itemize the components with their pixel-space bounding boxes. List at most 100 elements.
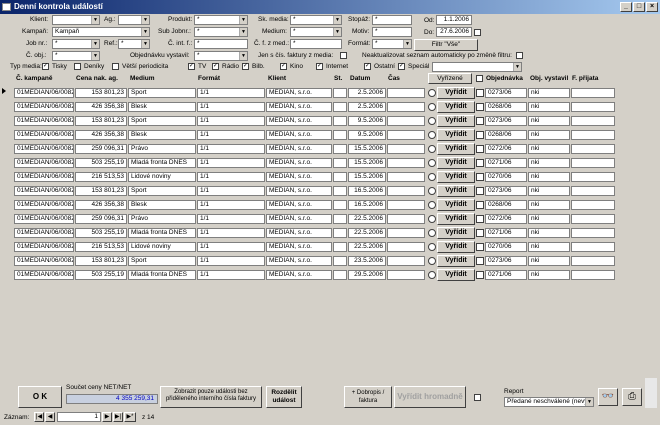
- cell-st[interactable]: [333, 270, 347, 280]
- cell-obj-vystavil[interactable]: nki: [528, 200, 570, 210]
- cell-klient[interactable]: MEDIAN, s.r.o.: [266, 88, 332, 98]
- cell-f-prijata[interactable]: [571, 158, 615, 168]
- vyridit-button[interactable]: Vyřídit: [437, 199, 475, 211]
- sk-media-combo[interactable]: * ▼: [290, 15, 342, 25]
- medium-combo[interactable]: * ▼: [290, 27, 342, 37]
- cell-cas[interactable]: [387, 200, 425, 210]
- cell-kampan[interactable]: 01MEDIAN/06/0082: [14, 88, 74, 98]
- cell-datum[interactable]: 15.5.2006: [348, 144, 386, 154]
- cell-format[interactable]: 1/1: [197, 214, 265, 224]
- kino-checkbox[interactable]: ✓: [280, 63, 287, 70]
- ref-combo[interactable]: * ▼: [118, 39, 150, 49]
- row-checkbox[interactable]: [476, 271, 484, 279]
- row-radio[interactable]: [428, 159, 436, 167]
- cell-medium[interactable]: Lidové noviny: [128, 172, 196, 182]
- rozdelit-button[interactable]: Rozdělit událost: [266, 386, 302, 408]
- cell-f-prijata[interactable]: [571, 144, 615, 154]
- cell-st[interactable]: [333, 88, 347, 98]
- scrollbar[interactable]: [645, 378, 657, 408]
- row-checkbox[interactable]: [476, 257, 484, 265]
- filter-all-button[interactable]: Filtr "Vše": [414, 39, 478, 51]
- zobrazit-button[interactable]: Zobrazit pouze události bez přiděleného …: [160, 386, 262, 408]
- special-checkbox[interactable]: ✓: [398, 63, 405, 70]
- header-checkbox[interactable]: [476, 75, 483, 82]
- cell-cena[interactable]: 426 356,38: [75, 102, 127, 112]
- cell-f-prijata[interactable]: [571, 228, 615, 238]
- cell-cena[interactable]: 503 255,19: [75, 228, 127, 238]
- kampan-combo[interactable]: Kampaň ▼: [52, 27, 150, 37]
- cell-datum[interactable]: 22.5.2006: [348, 228, 386, 238]
- cell-klient[interactable]: MEDIAN, s.r.o.: [266, 214, 332, 224]
- cell-st[interactable]: [333, 144, 347, 154]
- cell-medium[interactable]: Mladá fronta DNES: [128, 228, 196, 238]
- cell-obj-vystavil[interactable]: nki: [528, 144, 570, 154]
- cell-cena[interactable]: 153 801,23: [75, 116, 127, 126]
- vyridit-button[interactable]: Vyřídit: [437, 241, 475, 253]
- tv-checkbox[interactable]: ✓: [188, 63, 195, 70]
- row-checkbox[interactable]: [476, 89, 484, 97]
- cell-obj-vystavil[interactable]: nki: [528, 172, 570, 182]
- hromadne-checkbox[interactable]: [474, 394, 481, 401]
- vyridit-button[interactable]: Vyřídit: [437, 185, 475, 197]
- objednavku-combo[interactable]: * ▼: [194, 51, 248, 61]
- cell-format[interactable]: 1/1: [197, 144, 265, 154]
- cell-cas[interactable]: [387, 214, 425, 224]
- produkt-combo[interactable]: * ▼: [194, 15, 248, 25]
- cf-input[interactable]: *: [290, 39, 342, 49]
- vyridit-button[interactable]: Vyřídit: [437, 213, 475, 225]
- ostatni-checkbox[interactable]: ✓: [364, 63, 371, 70]
- cell-obj-vystavil[interactable]: nki: [528, 228, 570, 238]
- cell-cena[interactable]: 503 255,19: [75, 158, 127, 168]
- cell-f-prijata[interactable]: [571, 130, 615, 140]
- motiv-input[interactable]: *: [372, 27, 412, 37]
- cell-medium[interactable]: Mladá fronta DNES: [128, 270, 196, 280]
- row-radio[interactable]: [428, 257, 436, 265]
- row-radio[interactable]: [428, 243, 436, 251]
- cell-cena[interactable]: 426 356,38: [75, 200, 127, 210]
- cell-medium[interactable]: Právo: [128, 144, 196, 154]
- cell-cas[interactable]: [387, 256, 425, 266]
- vyridit-button[interactable]: Vyřídit: [437, 87, 475, 99]
- cell-format[interactable]: 1/1: [197, 158, 265, 168]
- cell-objednavka[interactable]: 0270/06: [485, 172, 527, 182]
- cell-kampan[interactable]: 01MEDIAN/06/0082: [14, 130, 74, 140]
- cell-cas[interactable]: [387, 228, 425, 238]
- cell-medium[interactable]: Právo: [128, 214, 196, 224]
- cell-objednavka[interactable]: 0273/06: [485, 116, 527, 126]
- cell-objednavka[interactable]: 0272/06: [485, 144, 527, 154]
- cell-medium[interactable]: Sport: [128, 186, 196, 196]
- cell-cas[interactable]: [387, 102, 425, 112]
- vyridit-button[interactable]: Vyřídit: [437, 115, 475, 127]
- jobnr-combo[interactable]: * ▼: [52, 39, 100, 49]
- cell-cas[interactable]: [387, 158, 425, 168]
- row-radio[interactable]: [428, 117, 436, 125]
- cell-kampan[interactable]: 01MEDIAN/06/0082: [14, 116, 74, 126]
- print-icon[interactable]: ⎙: [622, 388, 642, 406]
- row-checkbox[interactable]: [476, 215, 484, 223]
- cell-klient[interactable]: MEDIAN, s.r.o.: [266, 158, 332, 168]
- cell-medium[interactable]: Mladá fronta DNES: [128, 158, 196, 168]
- row-radio[interactable]: [428, 215, 436, 223]
- cell-datum[interactable]: 22.5.2006: [348, 242, 386, 252]
- last-record-button[interactable]: ▶|: [113, 412, 123, 422]
- cell-st[interactable]: [333, 116, 347, 126]
- vyrizene-button[interactable]: Vyřízené: [428, 73, 472, 84]
- cell-obj-vystavil[interactable]: nki: [528, 88, 570, 98]
- cell-kampan[interactable]: 01MEDIAN/06/0082: [14, 172, 74, 182]
- cell-format[interactable]: 1/1: [197, 228, 265, 238]
- cell-cena[interactable]: 153 801,23: [75, 256, 127, 266]
- cell-datum[interactable]: 23.5.2006: [348, 256, 386, 266]
- vyridit-button[interactable]: Vyřídit: [437, 171, 475, 183]
- cell-kampan[interactable]: 01MEDIAN/06/0082: [14, 144, 74, 154]
- cell-cena[interactable]: 153 801,23: [75, 186, 127, 196]
- cell-klient[interactable]: MEDIAN, s.r.o.: [266, 102, 332, 112]
- cell-st[interactable]: [333, 200, 347, 210]
- cell-st[interactable]: [333, 102, 347, 112]
- row-radio[interactable]: [428, 271, 436, 279]
- special-combo[interactable]: ▼: [432, 62, 522, 72]
- cell-klient[interactable]: MEDIAN, s.r.o.: [266, 200, 332, 210]
- vyridit-hromadne-button[interactable]: Vyřídit hromadně: [394, 386, 466, 408]
- cell-st[interactable]: [333, 242, 347, 252]
- cell-format[interactable]: 1/1: [197, 200, 265, 210]
- cell-medium[interactable]: Lidové noviny: [128, 242, 196, 252]
